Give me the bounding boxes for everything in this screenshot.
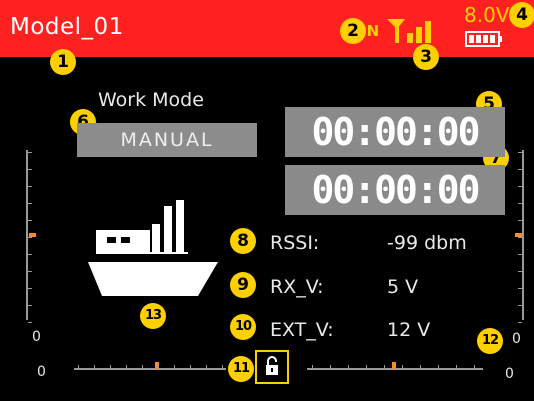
callout-12: 12: [477, 328, 503, 354]
ext-voltage-label: EXT_V:: [270, 319, 334, 341]
right-vertical-trim-tick: [518, 152, 522, 153]
left-horizontal-trim-tick: [174, 365, 175, 368]
left-vertical-trim-track: [26, 150, 28, 320]
right-vertical-trim-track: [522, 150, 524, 320]
left-vertical-trim-value: 0: [32, 329, 41, 345]
left-horizontal-trim-tick: [222, 365, 223, 368]
model-name[interactable]: Model_01: [10, 14, 124, 40]
right-horizontal-trim-tick: [474, 365, 475, 368]
right-vertical-trim-tick: [518, 237, 522, 238]
right-horizontal-trim-tick: [402, 365, 403, 368]
left-horizontal-trim-tick: [94, 365, 95, 368]
left-vertical-trim-tick: [28, 288, 32, 289]
left-vertical-trim-tick: [28, 237, 32, 238]
left-horizontal-trim-tick: [142, 365, 143, 368]
right-vertical-trim-tick: [518, 271, 522, 272]
right-vertical-trim-tick: [518, 186, 522, 187]
callout-10: 10: [230, 314, 256, 340]
battery-full-icon: [465, 31, 502, 47]
left-vertical-trim-tick: [28, 305, 32, 306]
right-vertical-trim-tick: [518, 169, 522, 170]
ext-voltage-value: 12 V: [387, 319, 431, 341]
lock-button[interactable]: [255, 350, 289, 384]
work-mode-value[interactable]: MANUAL: [77, 123, 257, 157]
left-vertical-trim-tick: [28, 322, 32, 323]
right-horizontal-trim-marker: [392, 362, 396, 369]
left-horizontal-trim-tick: [206, 365, 207, 368]
right-vertical-trim-tick: [518, 322, 522, 323]
left-vertical-trim-tick: [28, 169, 32, 170]
right-horizontal-trim-tick: [456, 365, 457, 368]
left-vertical-trim-tick: [28, 152, 32, 153]
callout-13: 13: [140, 303, 166, 329]
right-horizontal-trim-value: 0: [505, 366, 514, 382]
battery-voltage: 8.0V: [464, 3, 510, 27]
work-mode-label: Work Mode: [98, 89, 204, 111]
left-horizontal-trim-tick: [78, 365, 79, 368]
unlock-icon: [266, 356, 278, 375]
rssi-label: RSSI:: [270, 232, 320, 254]
rssi-value: -99 dbm: [387, 232, 467, 254]
left-vertical-trim-tick: [28, 220, 32, 221]
callout-4: 4: [509, 2, 534, 28]
rx-voltage-value: 5 V: [387, 276, 419, 298]
right-vertical-trim-tick: [518, 220, 522, 221]
callout-3: 3: [413, 44, 439, 70]
left-vertical-trim-tick: [28, 254, 32, 255]
right-vertical-trim-tick: [518, 288, 522, 289]
right-horizontal-trim-tick: [330, 365, 331, 368]
signal-bars-icon: [387, 19, 431, 43]
left-horizontal-trim-track: [74, 368, 226, 370]
right-horizontal-trim-tick: [312, 365, 313, 368]
right-horizontal-trim-tick: [420, 365, 421, 368]
left-horizontal-trim-tick: [126, 365, 127, 368]
callout-1: 1: [50, 49, 76, 75]
boat-icon: [88, 200, 218, 296]
timer-1[interactable]: 00:00:00: [285, 107, 505, 157]
rx-voltage-label: RX_V:: [270, 276, 324, 298]
callout-9: 9: [230, 272, 256, 298]
callout-2: 2: [340, 18, 366, 44]
left-vertical-trim-tick: [28, 186, 32, 187]
right-vertical-trim-value: 0: [512, 331, 521, 347]
right-vertical-trim-tick: [518, 254, 522, 255]
timer-2[interactable]: 00:00:00: [285, 165, 505, 215]
transmitter-screen: Model_01 IN 8.0V 1 2 3 4 5 6 7 8 9 10 11…: [0, 0, 534, 401]
left-horizontal-trim-tick: [158, 365, 159, 368]
right-vertical-trim-tick: [518, 203, 522, 204]
right-horizontal-trim-tick: [438, 365, 439, 368]
left-horizontal-trim-value: 0: [37, 364, 46, 380]
right-horizontal-trim-tick: [366, 365, 367, 368]
right-vertical-trim-tick: [518, 305, 522, 306]
right-horizontal-trim-tick: [348, 365, 349, 368]
callout-8: 8: [230, 228, 256, 254]
callout-11: 11: [228, 356, 254, 382]
left-horizontal-trim-tick: [190, 365, 191, 368]
left-vertical-trim-tick: [28, 271, 32, 272]
right-horizontal-trim-tick: [384, 365, 385, 368]
top-status-bar: Model_01 IN 8.0V: [0, 0, 534, 57]
left-vertical-trim-tick: [28, 203, 32, 204]
left-horizontal-trim-tick: [110, 365, 111, 368]
